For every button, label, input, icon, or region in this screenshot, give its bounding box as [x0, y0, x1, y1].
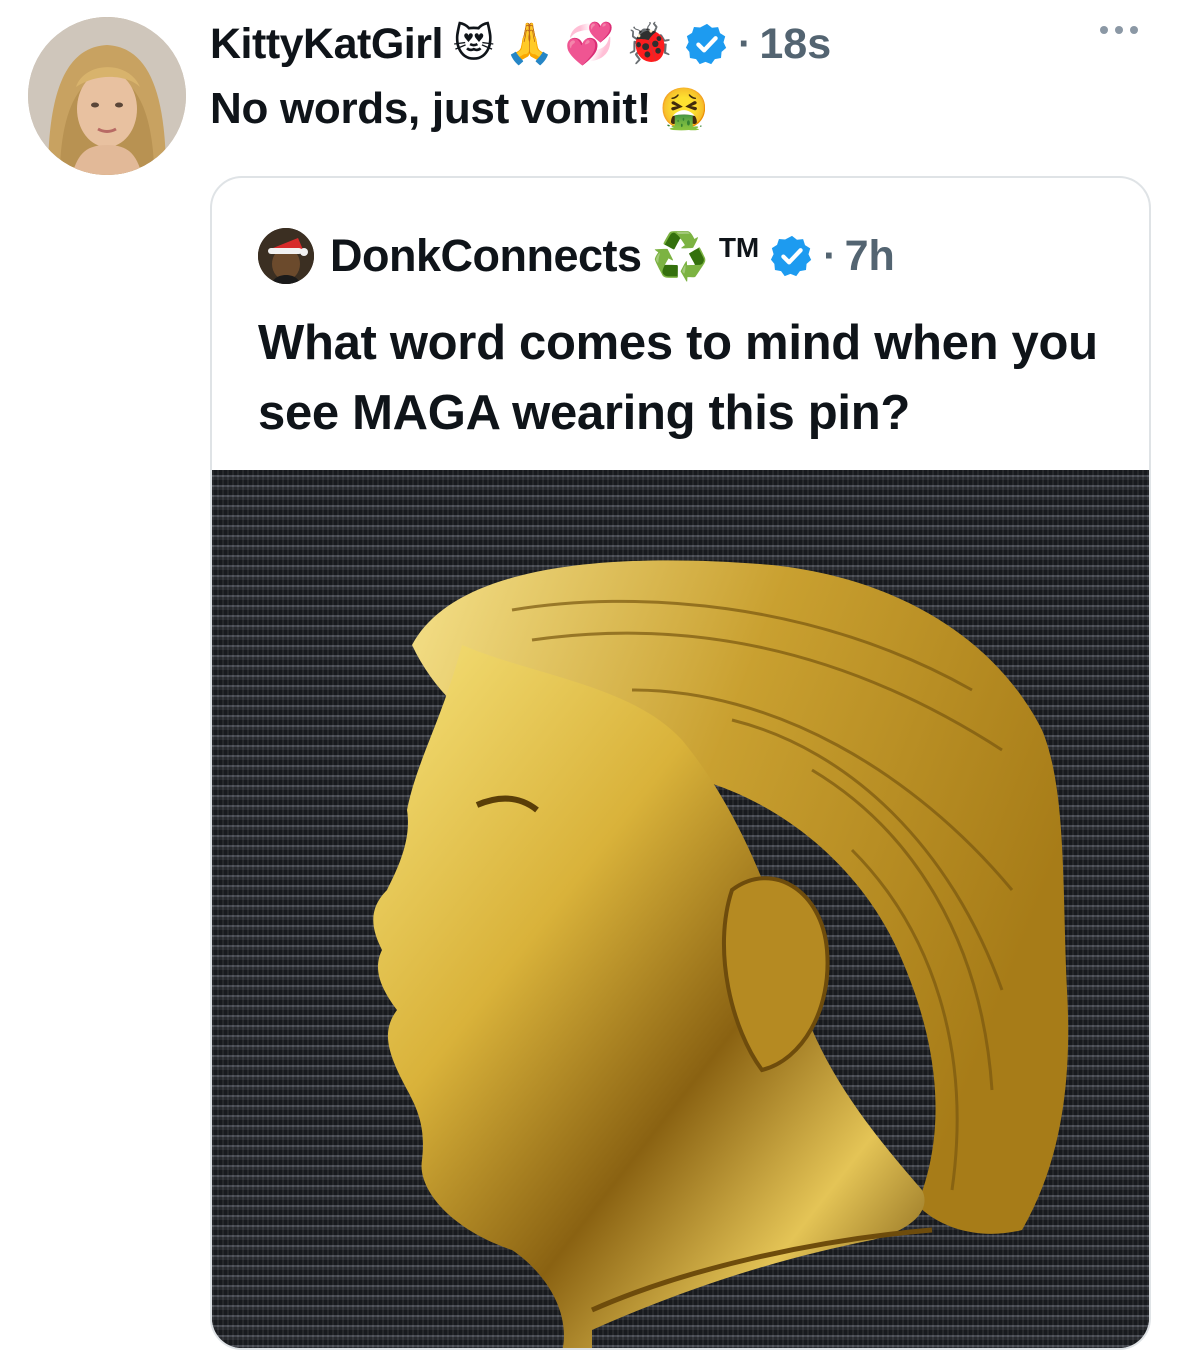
gold-profile-pin [373, 560, 1069, 1348]
tweet[interactable]: KittyKatGirl 😻 🙏 💞 🐞 · 18s No words, jus… [0, 0, 1179, 1357]
quoted-display-name[interactable]: DonkConnects [330, 230, 642, 282]
display-name[interactable]: KittyKatGirl [210, 20, 443, 69]
folded-hands-emoji: 🙏 [504, 21, 555, 67]
quoted-timestamp[interactable]: 7h [845, 232, 895, 281]
heart-eyes-cat-emoji: 😻 [452, 21, 495, 67]
verified-badge-icon [771, 235, 812, 277]
quoted-media-image[interactable] [212, 470, 1149, 1348]
quoted-avatar-image [258, 228, 314, 284]
verified-badge-icon [685, 23, 727, 65]
quoted-tweet-text: What word comes to mind when you see MAG… [258, 316, 1098, 440]
avatar[interactable] [28, 17, 186, 175]
ladybug-emoji: 🐞 [624, 21, 675, 67]
dot [1115, 26, 1123, 34]
revolving-hearts-emoji: 💞 [564, 21, 615, 67]
separator-dot: · [823, 233, 837, 278]
tweet-header: KittyKatGirl 😻 🙏 💞 🐞 · 18s [210, 14, 831, 74]
separator-dot: · [738, 21, 752, 66]
tweet-text-body: No words, just vomit! [210, 84, 652, 133]
dot [1100, 26, 1108, 34]
vomiting-face-emoji: 🤮 [659, 86, 709, 132]
quoted-avatar[interactable] [258, 228, 314, 284]
quoted-tweet-card[interactable]: DonkConnects ♻️ TM · 7h What word comes … [210, 176, 1151, 1350]
timestamp[interactable]: 18s [759, 20, 831, 69]
trademark-text: TM [718, 232, 760, 263]
quoted-tweet-header: DonkConnects ♻️ TM · 7h [258, 228, 895, 284]
tweet-text: No words, just vomit! 🤮 [210, 84, 709, 134]
dot [1130, 26, 1138, 34]
avatar-photo [28, 17, 186, 175]
more-dots-icon[interactable] [1100, 26, 1138, 34]
recycle-icon: ♻️ [651, 229, 709, 283]
